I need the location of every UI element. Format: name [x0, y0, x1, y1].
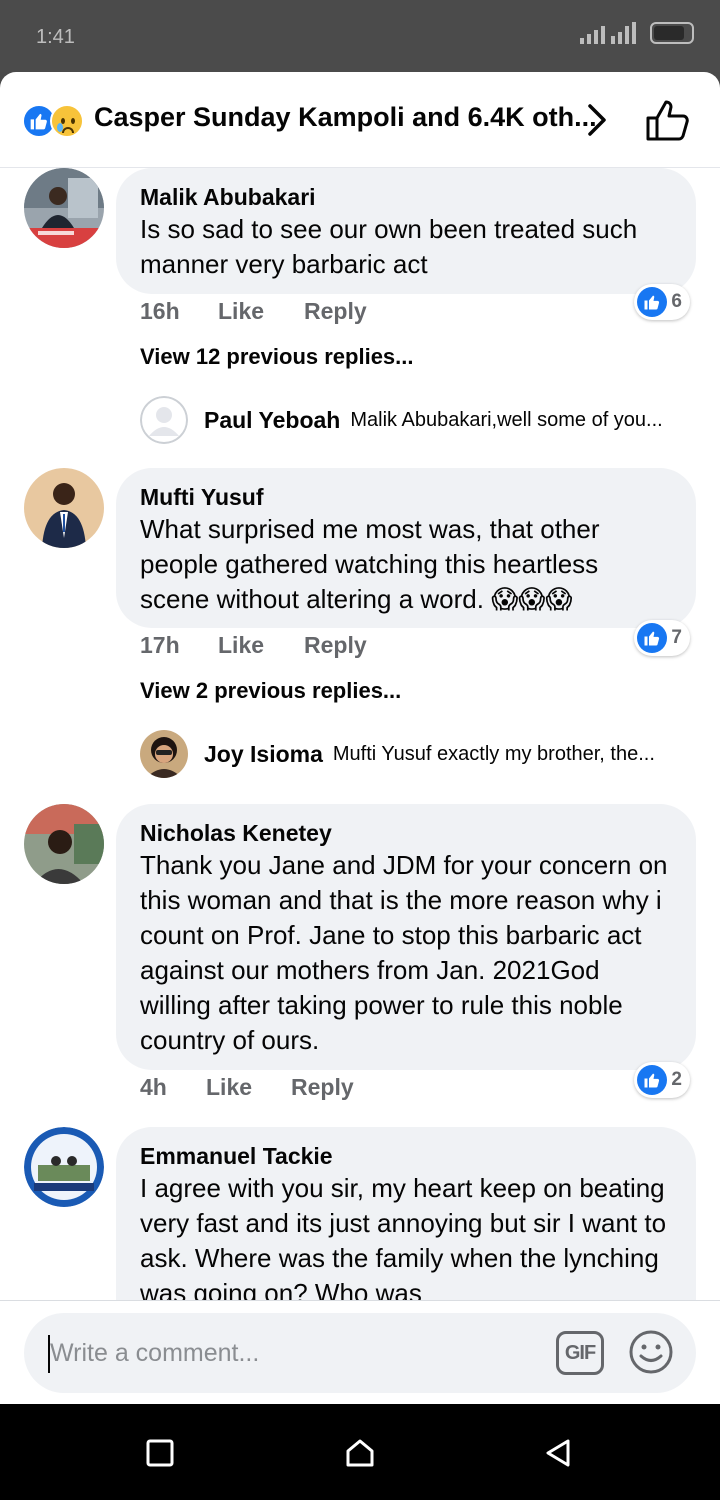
signal-icon-2: [611, 22, 636, 44]
comment-time: 4h: [140, 1074, 167, 1100]
battery-icon: [650, 22, 694, 44]
like-count: 7: [671, 627, 682, 648]
comment-author[interactable]: Malik Abubakari: [140, 182, 672, 212]
comment-bubble[interactable]: Mufti Yusuf What surprised me most was, …: [116, 468, 696, 628]
like-count: 6: [671, 291, 682, 312]
reply-text: Mufti Yusuf exactly my brother, the...: [332, 742, 655, 765]
like-button[interactable]: Like: [218, 298, 304, 325]
like-button[interactable]: Like: [218, 632, 304, 659]
comment-author[interactable]: Emmanuel Tackie: [140, 1141, 672, 1171]
reply-author[interactable]: Paul Yeboah: [204, 407, 340, 434]
reply-text: Malik Abubakari,well some of you...: [350, 408, 663, 431]
reactions-header[interactable]: Casper Sunday Kampoli and 6.4K oth...: [0, 72, 720, 168]
like-count: 2: [671, 1069, 682, 1090]
status-icons: [580, 22, 694, 44]
back-nav-icon[interactable]: [542, 1437, 574, 1469]
avatar[interactable]: [24, 804, 104, 884]
comments-sheet: Casper Sunday Kampoli and 6.4K oth... Ma…: [0, 72, 720, 1404]
avatar[interactable]: [140, 396, 188, 444]
like-reaction-icon: [637, 1065, 668, 1095]
avatar[interactable]: [24, 468, 104, 548]
system-nav-bar: [0, 1404, 720, 1500]
reply-preview[interactable]: Paul Yeboah Malik Abubakari,well some of…: [140, 396, 700, 444]
comment-time: 16h: [140, 298, 180, 324]
reaction-icons: [22, 104, 88, 138]
gif-icon[interactable]: GIF: [556, 1331, 604, 1375]
home-nav-icon[interactable]: [344, 1437, 376, 1469]
signal-icon: [580, 22, 605, 44]
comment-placeholder: Write a comment...: [50, 1339, 260, 1367]
comment-actions: 16h Like Reply: [140, 298, 367, 325]
avatar[interactable]: [24, 168, 104, 248]
reply-author[interactable]: Joy Isioma: [204, 741, 323, 768]
reply-button[interactable]: Reply: [304, 298, 367, 325]
like-reaction-icon: [637, 623, 668, 653]
comment-text: I agree with you sir, my heart keep on b…: [140, 1173, 667, 1308]
comment-text: What surprised me most was, that other p…: [140, 514, 600, 614]
reply-preview[interactable]: Joy Isioma Mufti Yusuf exactly my brothe…: [140, 730, 700, 778]
status-time: 1:41: [36, 26, 75, 48]
sad-reaction-icon: [50, 104, 84, 138]
comment-text: Thank you Jane and JDM for your concern …: [140, 850, 668, 1055]
comment-time: 17h: [140, 632, 180, 658]
like-button[interactable]: Like: [206, 1074, 291, 1101]
like-count-badge[interactable]: 6: [634, 284, 690, 320]
status-bar: 1:41: [0, 0, 720, 72]
chevron-right-icon[interactable]: [582, 100, 612, 140]
comment-composer: Write a comment... GIF: [0, 1300, 720, 1404]
comment-bubble[interactable]: Malik Abubakari Is so sad to see our own…: [116, 168, 696, 294]
avatar[interactable]: [140, 730, 188, 778]
comment-text: Is so sad to see our own been treated su…: [140, 214, 638, 279]
reply-button[interactable]: Reply: [291, 1074, 354, 1101]
comment-actions: 17h Like Reply: [140, 632, 367, 659]
view-previous-replies[interactable]: View 2 previous replies...: [140, 678, 401, 704]
comment-actions: 4h Like Reply: [140, 1074, 354, 1101]
comment-bubble[interactable]: Nicholas Kenetey Thank you Jane and JDM …: [116, 804, 696, 1070]
square-nav-icon[interactable]: [144, 1437, 176, 1469]
view-previous-replies[interactable]: View 12 previous replies...: [140, 344, 414, 370]
avatar[interactable]: [24, 1127, 104, 1207]
like-count-badge[interactable]: 7: [634, 620, 690, 656]
thumbs-up-icon[interactable]: [644, 98, 692, 142]
emoji-icon[interactable]: [628, 1329, 674, 1375]
comment-author[interactable]: Mufti Yusuf: [140, 482, 672, 512]
reactions-summary[interactable]: Casper Sunday Kampoli and 6.4K oth...: [94, 102, 597, 133]
comment-author[interactable]: Nicholas Kenetey: [140, 818, 672, 848]
comment-input[interactable]: Write a comment... GIF: [24, 1313, 696, 1393]
like-reaction-icon: [637, 287, 668, 317]
reply-button[interactable]: Reply: [304, 632, 367, 659]
like-count-badge[interactable]: 2: [634, 1062, 690, 1098]
